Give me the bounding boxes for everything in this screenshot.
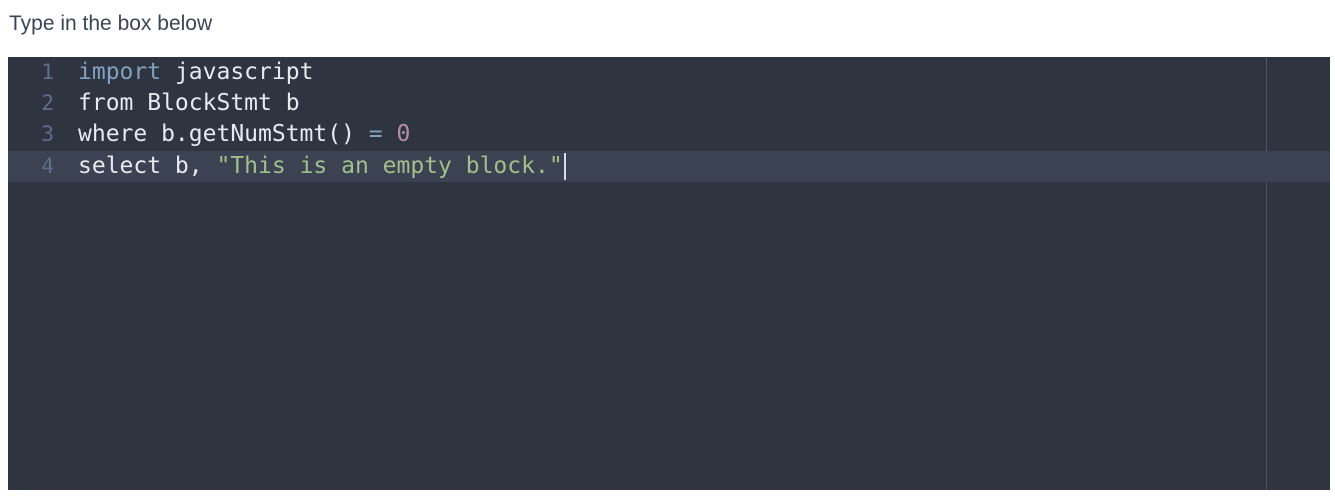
line-number: 1 [41, 60, 54, 84]
text-token: select b, [78, 153, 217, 179]
code-line[interactable]: 3 where b.getNumStmt() = 0 [8, 119, 1330, 150]
line-number: 2 [41, 91, 54, 115]
line-content[interactable]: where b.getNumStmt() = 0 [78, 119, 410, 150]
string-token: "This is an empty block." [216, 153, 563, 179]
text-token: where b.getNumStmt() [78, 121, 369, 147]
code-editor[interactable]: 1 import javascript 2 from BlockStmt b 3… [8, 57, 1330, 490]
text-cursor [563, 153, 566, 180]
code-line[interactable]: 1 import javascript [8, 57, 1330, 88]
line-number: 4 [41, 154, 54, 178]
line-content[interactable]: from BlockStmt b [78, 88, 300, 119]
instruction-label: Type in the box below [9, 12, 213, 35]
text-token: from BlockStmt b [78, 90, 300, 116]
code-line-active[interactable]: 4 select b, "This is an empty block." [8, 151, 1330, 182]
text-token: javascript [161, 59, 314, 85]
operator-token: = [368, 121, 383, 147]
line-content[interactable]: import javascript [78, 57, 313, 88]
number-token: 0 [396, 121, 411, 147]
keyword-token: import [78, 59, 162, 85]
code-line[interactable]: 2 from BlockStmt b [8, 88, 1330, 119]
line-content[interactable]: select b, "This is an empty block." [78, 151, 566, 182]
line-number: 3 [41, 122, 54, 146]
